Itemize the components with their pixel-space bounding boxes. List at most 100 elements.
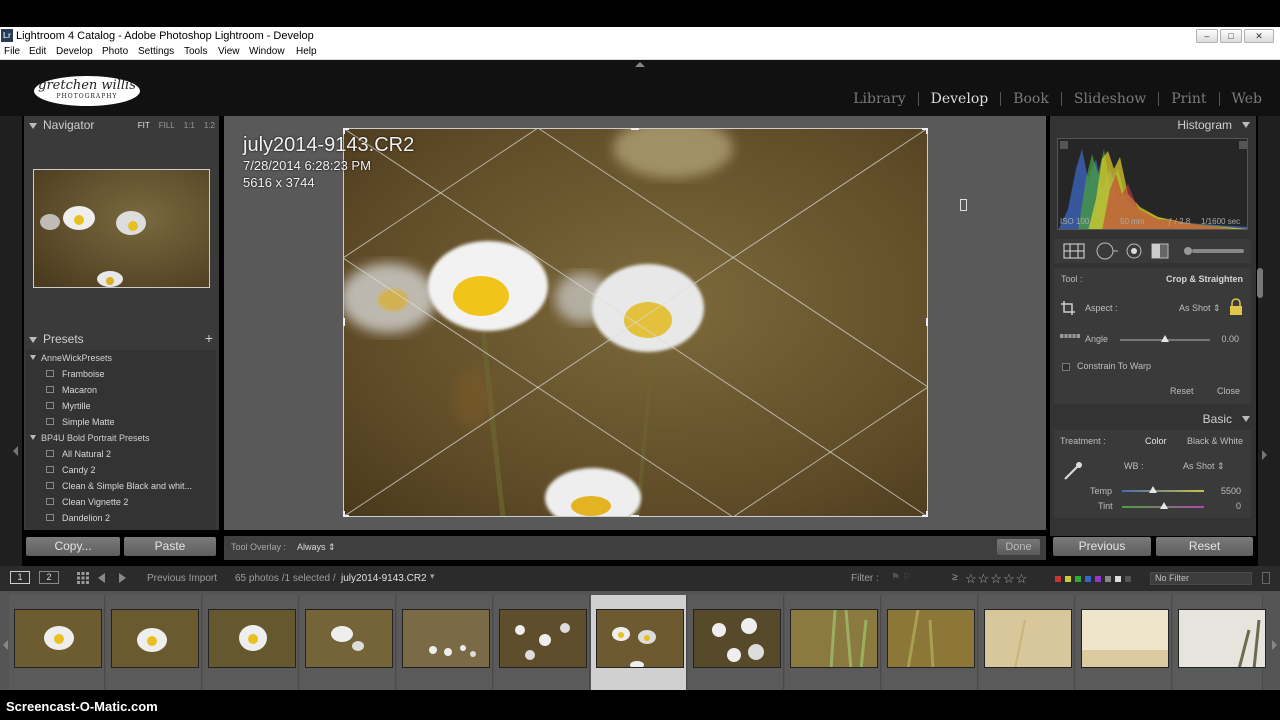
treatment-black-white[interactable]: Black & White xyxy=(1187,436,1243,446)
preset-item[interactable]: Candy 2 xyxy=(46,462,96,478)
filmstrip-cell[interactable] xyxy=(203,595,299,690)
preset-item[interactable]: Macaron xyxy=(46,382,97,398)
crop-close-button[interactable]: Close xyxy=(1217,386,1240,396)
reset-button[interactable]: Reset xyxy=(1156,537,1253,556)
filmstrip-source[interactable]: Previous Import xyxy=(147,573,217,584)
preset-item[interactable]: Clean Vignette 2 xyxy=(46,494,128,510)
menu-edit[interactable]: Edit xyxy=(29,45,46,59)
filmstrip-cell[interactable] xyxy=(1173,595,1266,690)
filmstrip-cell[interactable] xyxy=(785,595,881,690)
previous-button[interactable]: Previous xyxy=(1053,537,1151,556)
forward-arrow-icon[interactable] xyxy=(119,573,126,583)
menu-tools[interactable]: Tools xyxy=(184,45,207,59)
module-print[interactable]: Print xyxy=(1159,91,1218,107)
filmstrip-thumbnail[interactable] xyxy=(887,609,975,668)
tool-overlay-select[interactable]: Always ⇕ xyxy=(297,542,336,553)
straighten-tool-icon[interactable] xyxy=(1060,331,1080,341)
collapse-triangle-icon[interactable] xyxy=(1242,122,1250,128)
menu-help[interactable]: Help xyxy=(296,45,317,59)
filmstrip-cell[interactable] xyxy=(882,595,978,690)
angle-slider-thumb[interactable] xyxy=(1161,335,1169,342)
filmstrip-cell[interactable] xyxy=(1076,595,1172,690)
folder-triangle-icon[interactable] xyxy=(30,355,36,360)
copy-button[interactable]: Copy... xyxy=(26,537,120,556)
preset-item[interactable]: Simple Matte xyxy=(46,414,115,430)
navigator-preview[interactable] xyxy=(33,169,210,288)
menu-photo[interactable]: Photo xyxy=(102,45,128,59)
filmstrip-cell-selected[interactable] xyxy=(591,595,687,690)
preset-item[interactable]: Myrtille xyxy=(46,398,91,414)
filmstrip-thumbnail[interactable] xyxy=(111,609,199,668)
menu-view[interactable]: View xyxy=(218,45,240,59)
module-develop[interactable]: Develop xyxy=(919,91,1001,107)
wb-select[interactable]: As Shot ⇕ xyxy=(1183,461,1225,472)
secondary-window-button[interactable]: 2 xyxy=(39,571,59,584)
grid-view-icon[interactable] xyxy=(77,572,89,584)
add-preset-icon[interactable]: + xyxy=(205,330,213,346)
filename-dropdown-icon[interactable]: ▾ xyxy=(430,571,435,582)
lock-icon[interactable] xyxy=(1229,298,1243,316)
label-blue-swatch[interactable] xyxy=(1085,576,1091,582)
close-button[interactable]: ✕ xyxy=(1244,29,1274,43)
top-panel-toggle-icon[interactable] xyxy=(635,62,645,67)
zoom-1-1[interactable]: 1:1 xyxy=(184,121,195,130)
left-panel-toggle-icon[interactable] xyxy=(13,446,18,456)
preset-folder[interactable]: BP4U Bold Portrait Presets xyxy=(30,430,150,446)
right-panel-scrollbar[interactable] xyxy=(1257,268,1263,298)
tint-slider-thumb[interactable] xyxy=(1160,502,1168,509)
zoom-fill[interactable]: FILL xyxy=(159,121,175,130)
preset-folder[interactable]: AnneWickPresets xyxy=(30,350,112,366)
back-arrow-icon[interactable] xyxy=(98,573,105,583)
filmstrip-cell[interactable] xyxy=(9,595,105,690)
right-panel-toggle-icon[interactable] xyxy=(1262,450,1267,460)
filmstrip-thumbnail[interactable] xyxy=(305,609,393,668)
label-white-swatch[interactable] xyxy=(1115,576,1121,582)
left-panel-edge[interactable] xyxy=(0,116,22,566)
filmstrip-scroll-right-icon[interactable] xyxy=(1272,640,1277,650)
constrain-checkbox[interactable] xyxy=(1062,363,1070,371)
tint-value[interactable]: 0 xyxy=(1236,501,1241,511)
label-none-swatch[interactable] xyxy=(1125,576,1131,582)
module-slideshow[interactable]: Slideshow xyxy=(1062,91,1158,107)
label-red-swatch[interactable] xyxy=(1055,576,1061,582)
zoom-1-2[interactable]: 1:2 xyxy=(204,121,215,130)
label-gray-swatch[interactable] xyxy=(1105,576,1111,582)
filmstrip-cell[interactable] xyxy=(300,595,396,690)
filmstrip-thumbnail[interactable] xyxy=(790,609,878,668)
preset-item[interactable]: Clean & Simple Black and whit... xyxy=(46,478,192,494)
filmstrip-thumbnail[interactable] xyxy=(402,609,490,668)
histogram-header[interactable]: Histogram xyxy=(1050,116,1256,134)
basic-header[interactable]: Basic xyxy=(1050,410,1256,428)
label-green-swatch[interactable] xyxy=(1075,576,1081,582)
filmstrip-thumbnail[interactable] xyxy=(208,609,296,668)
module-web[interactable]: Web xyxy=(1220,91,1263,107)
minimize-button[interactable]: – xyxy=(1196,29,1218,43)
filter-preset-select[interactable]: No Filter xyxy=(1150,572,1252,585)
filmstrip-thumbnail[interactable] xyxy=(984,609,1072,668)
rating-filter-stars[interactable]: ☆☆☆☆☆ xyxy=(965,571,1028,587)
filmstrip-cell[interactable] xyxy=(688,595,784,690)
filmstrip-thumbnail[interactable] xyxy=(693,609,781,668)
selected-filename[interactable]: july2014-9143.CR2 xyxy=(341,573,427,584)
preset-item[interactable]: All Natural 2 xyxy=(46,446,111,462)
filmstrip-cell[interactable] xyxy=(979,595,1075,690)
filmstrip-cell[interactable] xyxy=(397,595,493,690)
label-yellow-swatch[interactable] xyxy=(1065,576,1071,582)
temp-slider-track[interactable] xyxy=(1122,490,1204,492)
maximize-button[interactable]: □ xyxy=(1220,29,1242,43)
angle-value[interactable]: 0.00 xyxy=(1221,334,1239,344)
primary-window-button[interactable]: 1 xyxy=(10,571,30,584)
presets-header[interactable]: Presets + xyxy=(24,330,219,348)
menu-develop[interactable]: Develop xyxy=(56,45,93,59)
filmstrip-cell[interactable] xyxy=(494,595,590,690)
collapse-triangle-icon[interactable] xyxy=(29,123,37,129)
paste-button[interactable]: Paste xyxy=(124,537,216,556)
module-library[interactable]: Library xyxy=(841,91,917,107)
filmstrip-thumbnail[interactable] xyxy=(499,609,587,668)
menu-file[interactable]: File xyxy=(4,45,20,59)
menu-window[interactable]: Window xyxy=(249,45,285,59)
collapse-triangle-icon[interactable] xyxy=(29,337,37,343)
filmstrip-scroll-left-icon[interactable] xyxy=(3,640,8,650)
label-purple-swatch[interactable] xyxy=(1095,576,1101,582)
filter-lock-icon[interactable] xyxy=(1262,572,1270,584)
